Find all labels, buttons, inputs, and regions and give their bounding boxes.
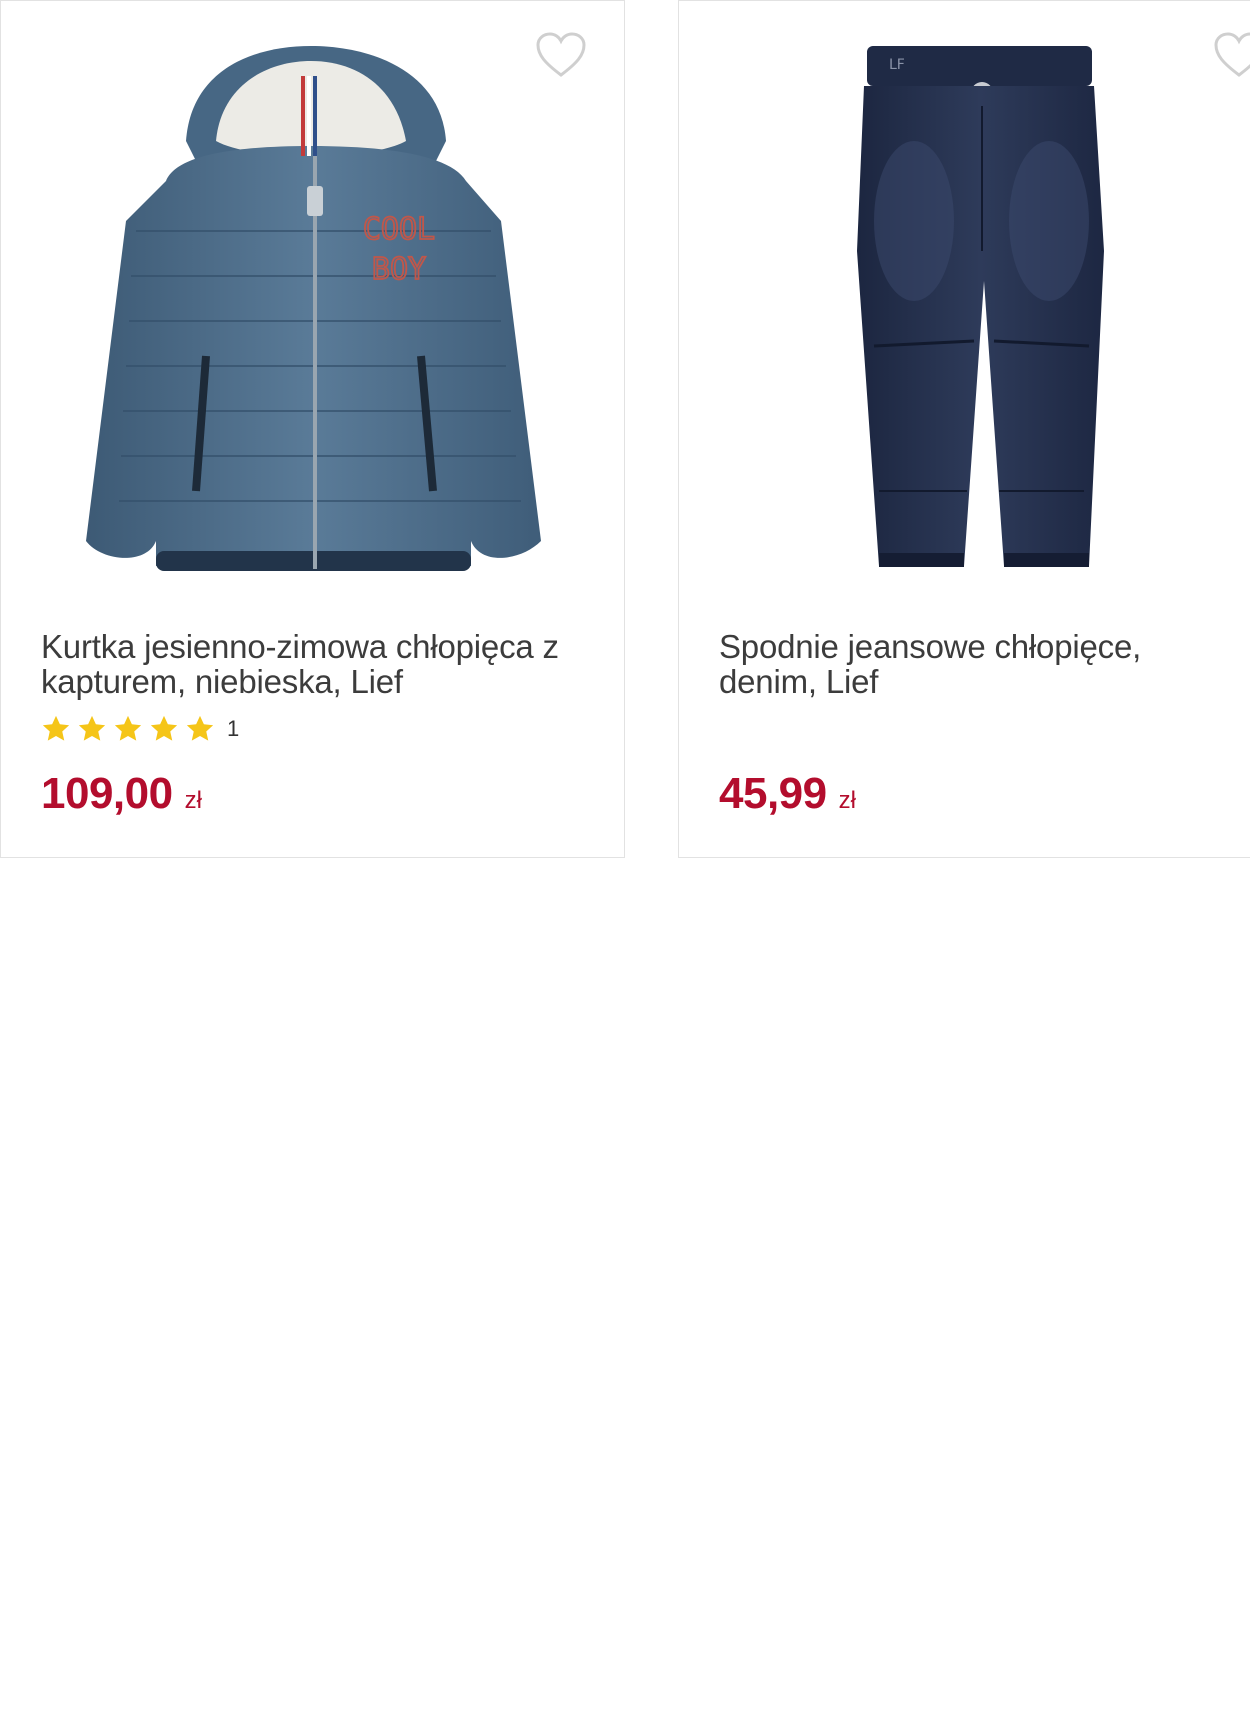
product-card[interactable]: COOL BOY Kurtka jesienno-zimowa chłopięc…	[0, 0, 625, 858]
star-icon	[77, 714, 107, 744]
rating-count: 1	[227, 716, 240, 741]
svg-text:COOL: COOL	[363, 212, 435, 247]
product-title[interactable]: Kurtka jesienno-zimowa chłopięca z kaptu…	[41, 629, 586, 699]
price-currency: zł	[184, 787, 202, 814]
star-icon	[185, 714, 215, 744]
star-icon	[149, 714, 179, 744]
svg-text:BOY: BOY	[372, 252, 426, 287]
star-icon	[113, 714, 143, 744]
product-image-jacket[interactable]: COOL BOY	[1, 21, 624, 581]
product-price: 109,00 zł	[41, 769, 202, 819]
product-card[interactable]: LF Spodnie jeansowe chłopięce, denim, Li…	[678, 0, 1250, 858]
product-title[interactable]: Spodnie jeansowe chłopięce, denim, Lief	[719, 629, 1219, 699]
product-price: 45,99 zł	[719, 769, 856, 819]
star-icon	[41, 714, 71, 744]
price-currency: zł	[838, 787, 856, 814]
product-image-jeans[interactable]: LF	[679, 21, 1250, 581]
product-rating: 1	[41, 713, 239, 745]
svg-text:LF: LF	[889, 57, 905, 73]
price-value: 45,99	[719, 769, 827, 818]
price-value: 109,00	[41, 769, 173, 818]
